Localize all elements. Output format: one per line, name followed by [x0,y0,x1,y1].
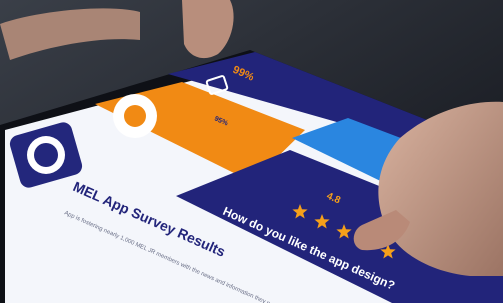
donut-hole [124,105,146,127]
photo: MEL App Survey Results App is fostering … [0,0,503,303]
photo-scene: MEL App Survey Results App is fostering … [0,0,503,303]
brand-badge-core [34,143,58,167]
